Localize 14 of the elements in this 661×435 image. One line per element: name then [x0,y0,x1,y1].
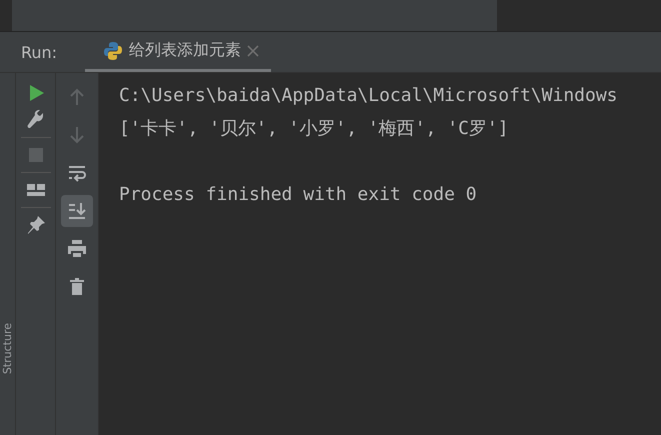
exit-message: Process finished with exit code 0 [119,183,477,207]
wrench-icon[interactable] [26,110,46,130]
scroll-end-button[interactable] [61,195,93,227]
console-line: ['卡卡', '贝尔', '小罗', '梅西', 'C罗'] [119,117,509,141]
tab-title: 给列表添加元素 [129,40,242,61]
scroll-to-end-icon [67,201,87,221]
structure-side-tab[interactable]: Structure [0,323,15,374]
printer-icon [67,239,87,259]
console-line: C:\Users\baida\AppData\Local\Microsoft\Windows [119,84,618,108]
trash-icon [67,277,87,297]
python-icon [103,40,124,60]
pin-icon[interactable] [26,215,46,235]
soft-wrap-icon [67,163,87,183]
run-label: Run: [21,42,58,62]
